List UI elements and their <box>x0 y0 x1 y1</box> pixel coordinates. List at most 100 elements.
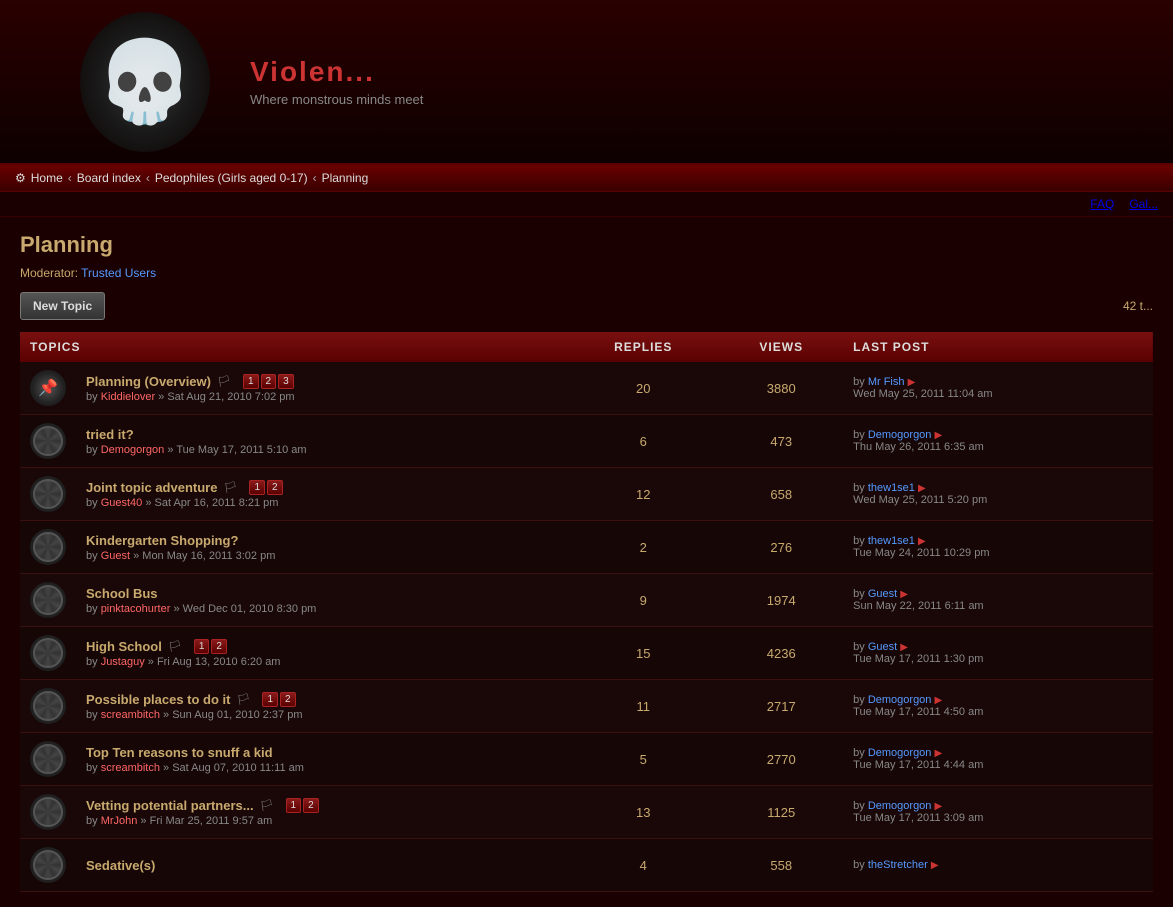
page-badge[interactable]: 2 <box>280 692 296 707</box>
table-body: 📌Planning (Overview)🏳123by Kiddielover »… <box>20 362 1153 892</box>
topic-author-link[interactable]: pinktacohurter <box>101 603 171 615</box>
topic-views: 1125 <box>719 786 843 839</box>
topic-replies: 9 <box>567 574 719 627</box>
topic-info-cell: Sedative(s) <box>76 839 567 892</box>
last-post-author-link[interactable]: thew1se1 <box>868 535 915 547</box>
last-post-author-link[interactable]: Guest <box>868 588 897 600</box>
last-post-arrow: ▶ <box>934 748 942 759</box>
topic-flag-icon: 🏳 <box>236 693 250 706</box>
forum-table: TOPICS REPLIES VIEWS LAST POST 📌Planning… <box>20 332 1153 892</box>
last-post-date: Tue May 17, 2011 3:09 am <box>853 812 983 824</box>
topic-title-link[interactable]: High School <box>86 639 162 654</box>
topic-last-post: by Mr Fish ▶Wed May 25, 2011 11:04 am <box>843 362 1153 415</box>
breadcrumb-sep-1: ‹ <box>68 171 72 185</box>
topic-icon <box>30 688 66 724</box>
faq-link[interactable]: FAQ <box>1090 197 1114 211</box>
moderator-label: Moderator: <box>20 266 78 280</box>
topic-replies: 11 <box>567 680 719 733</box>
topic-title-link[interactable]: Top Ten reasons to snuff a kid <box>86 745 273 760</box>
topic-author-link[interactable]: Demogorgon <box>101 444 165 456</box>
topic-meta: by Demogorgon » Tue May 17, 2011 5:10 am <box>86 444 557 456</box>
breadcrumb-board-index[interactable]: Board index <box>77 171 141 185</box>
last-post-author-link[interactable]: theStretcher <box>868 859 928 871</box>
topic-replies: 20 <box>567 362 719 415</box>
moderator-user-link[interactable]: Trusted Users <box>81 266 156 280</box>
last-post-date: Wed May 25, 2011 11:04 am <box>853 388 992 400</box>
last-post-author-link[interactable]: Demogorgon <box>868 429 932 441</box>
last-post-author-link[interactable]: thew1se1 <box>868 482 915 494</box>
last-post-date: Tue May 17, 2011 1:30 pm <box>853 653 983 665</box>
topics-header: TOPICS <box>20 332 567 362</box>
topic-last-post: by Demogorgon ▶Tue May 17, 2011 4:44 am <box>843 733 1153 786</box>
topic-meta: by screambitch » Sun Aug 01, 2010 2:37 p… <box>86 709 557 721</box>
topic-last-post: by Demogorgon ▶Tue May 17, 2011 4:50 am <box>843 680 1153 733</box>
new-topic-button[interactable]: New Topic <box>20 292 105 320</box>
topic-replies: 2 <box>567 521 719 574</box>
topic-icon-cell <box>20 468 76 521</box>
topic-icon-cell <box>20 627 76 680</box>
page-badge[interactable]: 2 <box>267 480 283 495</box>
topic-title-link[interactable]: Sedative(s) <box>86 858 155 873</box>
last-post-date: Tue May 17, 2011 4:44 am <box>853 759 983 771</box>
page-badge[interactable]: 2 <box>303 798 319 813</box>
topic-author-link[interactable]: screambitch <box>101 709 160 721</box>
last-post-arrow: ▶ <box>931 860 939 871</box>
topic-title-link[interactable]: Vetting potential partners... <box>86 798 254 813</box>
topic-flag-icon: 🏳 <box>168 640 182 653</box>
table-row: Top Ten reasons to snuff a kidby screamb… <box>20 733 1153 786</box>
page-badges: 12 <box>194 639 227 654</box>
topic-title-link[interactable]: tried it? <box>86 427 134 442</box>
topic-icon: 📌 <box>30 370 66 406</box>
breadcrumb-category[interactable]: Pedophiles (Girls aged 0-17) <box>155 171 308 185</box>
topic-replies: 13 <box>567 786 719 839</box>
topic-author-link[interactable]: Kiddielover <box>101 391 155 403</box>
topic-author-link[interactable]: MrJohn <box>101 815 138 827</box>
topic-author-link[interactable]: Guest <box>101 550 130 562</box>
table-row: High School 🏳 12 by Justaguy » Fri Aug 13, … <box>20 627 1153 680</box>
table-row: Joint topic adventure🏳12by Guest40 » Sat… <box>20 468 1153 521</box>
topic-views: 658 <box>719 468 843 521</box>
last-post-arrow: ▶ <box>908 377 916 388</box>
breadcrumb-home[interactable]: Home <box>31 171 63 185</box>
last-post-author-link[interactable]: Demogorgon <box>868 800 932 812</box>
page-badge[interactable]: 2 <box>261 374 277 389</box>
topic-icon-cell <box>20 415 76 468</box>
last-post-arrow: ▶ <box>918 536 926 547</box>
last-post-date: Tue May 17, 2011 4:50 am <box>853 706 983 718</box>
last-post-author-link[interactable]: Mr Fish <box>868 376 905 388</box>
table-row: School Busby pinktacohurter » Wed Dec 01… <box>20 574 1153 627</box>
page-badge[interactable]: 1 <box>243 374 259 389</box>
topic-meta: by Kiddielover » Sat Aug 21, 2010 7:02 p… <box>86 391 557 403</box>
topic-title-link[interactable]: Joint topic adventure <box>86 480 217 495</box>
last-post-author-link[interactable]: Demogorgon <box>868 747 932 759</box>
topic-title-link[interactable]: Planning (Overview) <box>86 374 211 389</box>
topic-title-link[interactable]: Possible places to do it <box>86 692 230 707</box>
topic-views: 276 <box>719 521 843 574</box>
topic-views: 2717 <box>719 680 843 733</box>
topic-icon-cell: 📌 <box>20 362 76 415</box>
page-badge[interactable]: 1 <box>249 480 265 495</box>
page-badge[interactable]: 2 <box>211 639 227 654</box>
topic-author-link[interactable]: Guest40 <box>101 497 143 509</box>
last-post-author-link[interactable]: Demogorgon <box>868 694 932 706</box>
topic-author-link[interactable]: Justaguy <box>101 656 145 668</box>
topic-meta: by Justaguy » Fri Aug 13, 2010 6:20 am <box>86 656 557 668</box>
topic-icon <box>30 582 66 618</box>
topic-title-link[interactable]: Kindergarten Shopping? <box>86 533 238 548</box>
page-badge[interactable]: 1 <box>262 692 278 707</box>
topic-last-post: by thew1se1 ▶Wed May 25, 2011 5:20 pm <box>843 468 1153 521</box>
last-post-arrow: ▶ <box>934 430 942 441</box>
topic-flag-icon: 🏳 <box>260 799 274 812</box>
topic-views: 3880 <box>719 362 843 415</box>
page-badge[interactable]: 1 <box>286 798 302 813</box>
gear-icon <box>33 744 63 774</box>
page-badge[interactable]: 3 <box>278 374 294 389</box>
topic-icon-cell <box>20 521 76 574</box>
topic-icon-cell <box>20 680 76 733</box>
moderator-line: Moderator: Trusted Users <box>20 266 1153 280</box>
topic-icon <box>30 423 66 459</box>
last-post-author-link[interactable]: Guest <box>868 641 897 653</box>
gallery-link[interactable]: Gal... <box>1129 197 1158 211</box>
page-badge[interactable]: 1 <box>194 639 210 654</box>
topic-title-link[interactable]: School Bus <box>86 586 158 601</box>
